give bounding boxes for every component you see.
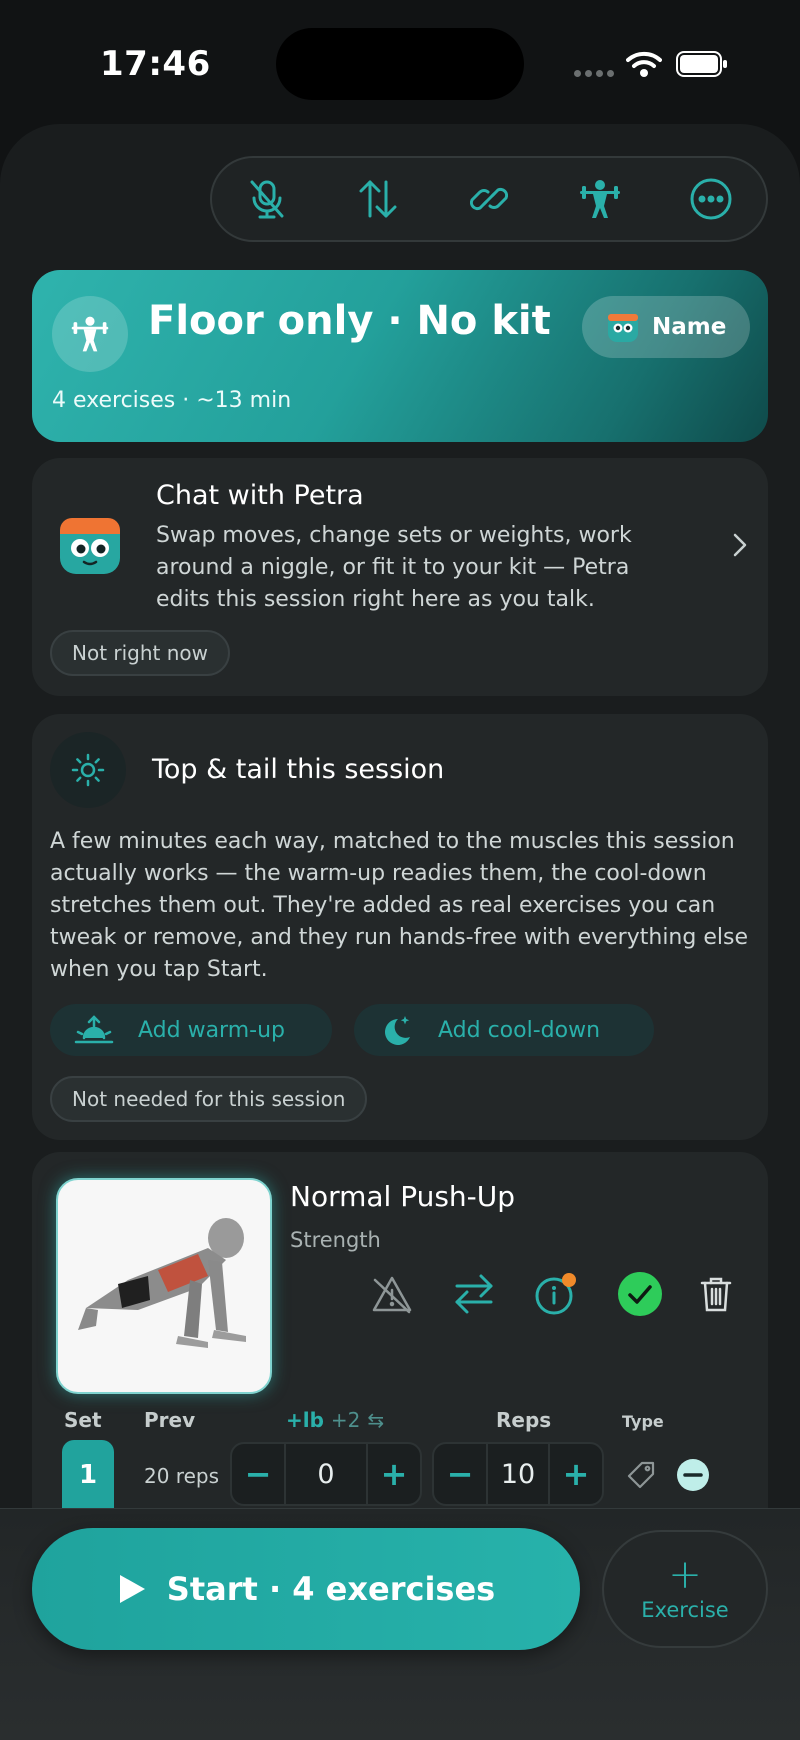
push-up-figure (78, 1218, 246, 1348)
exercise-name[interactable]: Normal Push-Up (290, 1180, 515, 1213)
weight-value[interactable]: 0 (284, 1444, 368, 1504)
wifi-icon (626, 51, 662, 77)
plus-icon: + (668, 1552, 702, 1598)
more-icon[interactable] (683, 171, 739, 227)
type-column-header: Type (622, 1412, 664, 1431)
remove-set-icon[interactable] (676, 1458, 710, 1492)
session-summary: 4 exercises · ~13 min (52, 388, 292, 413)
session-title[interactable]: Floor only · No kit (148, 298, 551, 344)
dynamic-island (276, 28, 524, 100)
weightlifter-icon (52, 296, 128, 372)
info-icon[interactable] (532, 1270, 580, 1318)
start-button-label: Start · 4 exercises (166, 1570, 496, 1608)
exercise-thumbnail[interactable] (56, 1178, 272, 1394)
add-warm-up-label: Add warm-up (138, 1017, 285, 1043)
add-exercise-button[interactable]: + Exercise (602, 1530, 768, 1648)
warning-off-icon[interactable] (368, 1270, 416, 1318)
add-warm-up-button[interactable]: Add warm-up (50, 1004, 332, 1056)
previous-value: 20 reps (144, 1464, 220, 1488)
reps-stepper: − 10 + (432, 1442, 604, 1506)
swap-icon[interactable] (450, 1270, 498, 1318)
not-right-now-button[interactable]: Not right now (50, 630, 231, 676)
moon-icon (385, 1016, 410, 1045)
session-header-card: Floor only · No kit 4 exercises · ~13 mi… (32, 270, 768, 442)
add-cool-down-button[interactable]: Add cool-down (354, 1004, 654, 1056)
chevron-right-icon (733, 533, 747, 557)
weight-increment-label: +2 (330, 1408, 361, 1432)
top-and-tail-title: Top & tail this session (152, 754, 445, 785)
sunrise-icon (74, 1015, 114, 1044)
battery-icon (676, 51, 727, 77)
sun-icon (50, 732, 126, 808)
petra-mascot-icon (60, 518, 120, 574)
add-exercise-label: Exercise (641, 1598, 729, 1622)
name-button[interactable]: Name (582, 296, 750, 358)
petra-mascot-icon (608, 314, 638, 342)
link-icon[interactable] (461, 171, 517, 227)
weight-increment-button[interactable]: + (368, 1455, 420, 1493)
weight-column-header[interactable]: +lb +2 ⇆ (286, 1408, 384, 1432)
name-button-label: Name (652, 314, 727, 340)
top-and-tail-card: Top & tail this session A few minutes ea… (32, 714, 768, 1140)
chat-description: Swap moves, change sets or weights, work… (156, 523, 632, 612)
add-cool-down-label: Add cool-down (438, 1017, 601, 1043)
microphone-off-icon[interactable] (239, 171, 295, 227)
play-icon (119, 1575, 145, 1603)
trash-icon[interactable] (692, 1270, 740, 1318)
exercise-category: Strength (290, 1228, 381, 1252)
not-needed-button[interactable]: Not needed for this session (50, 1076, 368, 1122)
reorder-icon[interactable] (350, 171, 406, 227)
reps-column-header: Reps (496, 1408, 552, 1432)
weightlifter-icon[interactable] (572, 171, 628, 227)
start-workout-button[interactable]: Start · 4 exercises (32, 1528, 580, 1650)
set-column-header: Set (64, 1408, 102, 1432)
set-number-badge[interactable]: 1 (62, 1440, 114, 1510)
status-time: 17:46 (100, 44, 211, 84)
weight-unit-label: +lb (286, 1408, 324, 1432)
reps-value[interactable]: 10 (486, 1444, 550, 1504)
session-toolbar (210, 156, 768, 242)
completed-check-icon[interactable] (616, 1270, 664, 1318)
top-and-tail-description: A few minutes each way, matched to the m… (50, 829, 748, 982)
tag-icon[interactable] (626, 1460, 656, 1490)
chat-title: Chat with Petra (156, 480, 364, 511)
prev-column-header: Prev (144, 1408, 196, 1432)
chat-with-petra-card[interactable]: Chat with Petra Swap moves, change sets … (32, 458, 768, 696)
weight-stepper: − 0 + (230, 1442, 422, 1506)
reps-increment-button[interactable]: + (550, 1455, 602, 1493)
reps-decrement-button[interactable]: − (434, 1455, 486, 1493)
weight-decrement-button[interactable]: − (232, 1455, 284, 1493)
swap-unit-icon: ⇆ (367, 1408, 385, 1432)
cellular-signal-icon (574, 70, 614, 78)
